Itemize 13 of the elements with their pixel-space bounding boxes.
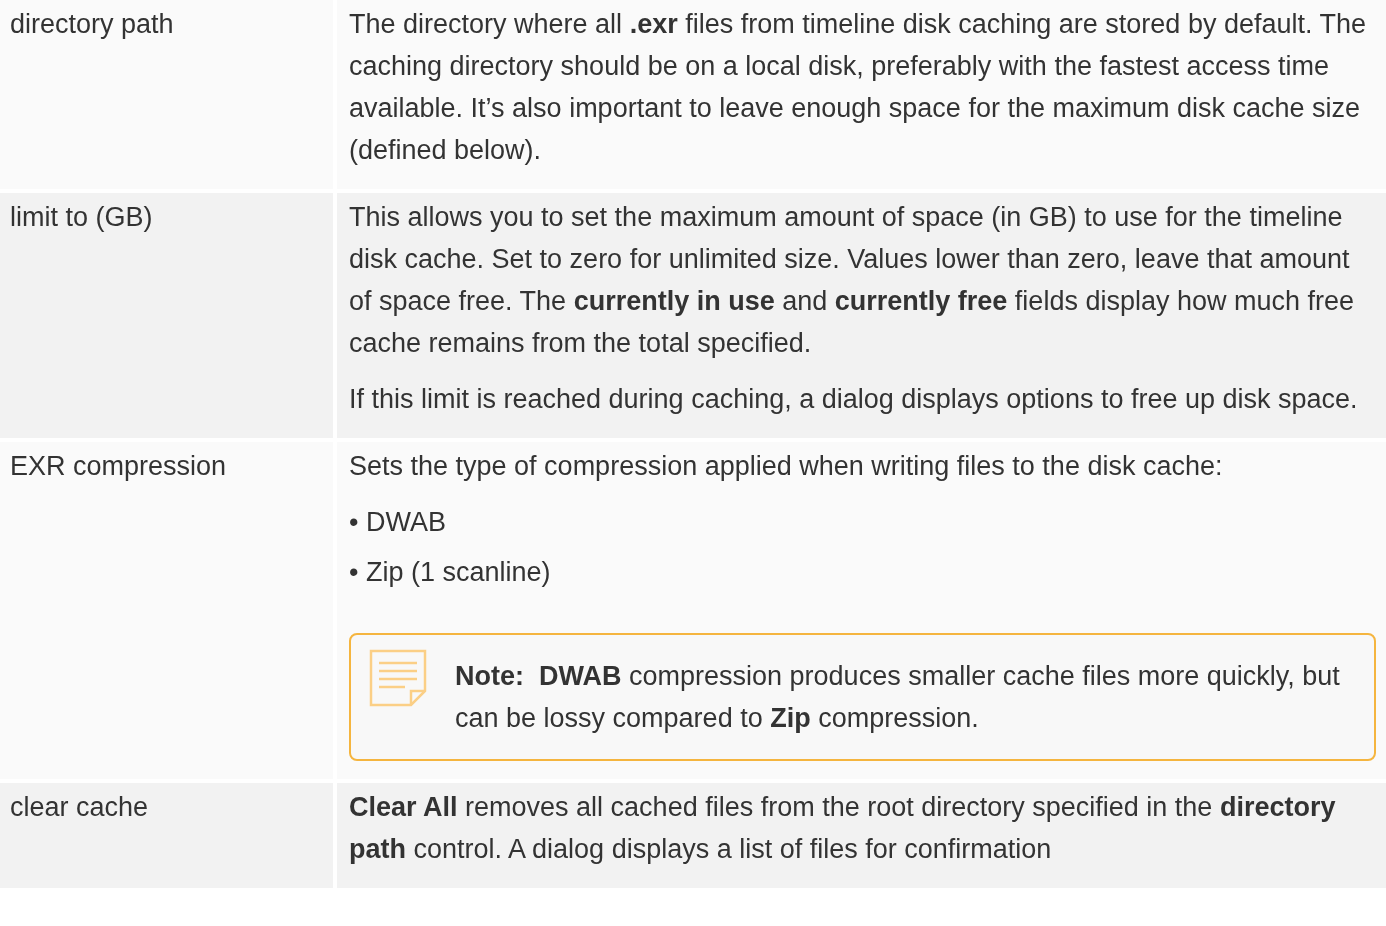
description-text: If this limit is reached during caching, a dialog displays options to free up disk space. [349,383,1359,416]
label-cell: directory path [0,0,333,189]
label-cell: clear cache [0,783,333,888]
notepad-icon [369,649,427,707]
bullet-item: • Zip (1 scanline) [349,556,552,589]
label-cell: EXR compression [0,442,333,779]
description-text: The directory where all .exr files from timeline disk caching are stored by default. The caching directory should be on a local disk, preferably with the fastest access time available. It’s also important to leave enough space for the maximum disk cache size (defined below). [349,8,1367,167]
bullet-item: • DWAB [349,506,447,539]
description-text: Clear All removes all cached files from the root directory specified in the directory path control. A dialog displays a list of files for confirmation [349,791,1337,866]
description-text: Sets the type of compression applied when writing files to the disk cache: [349,450,1224,483]
description-text: This allows you to set the maximum amount of space (in GB) to use for the timeline disk cache. Set to zero for unlimited size. Values lower than zero, leave that amount of space free. The currently in use and currently free fields display how much free cache remains from the total specified. [349,201,1356,360]
note-text: Note: DWAB compression produces smaller cache files more quickly, but can be lossy compared to Zip compression. [455,660,1341,735]
label-cell: limit to (GB) [0,193,333,438]
